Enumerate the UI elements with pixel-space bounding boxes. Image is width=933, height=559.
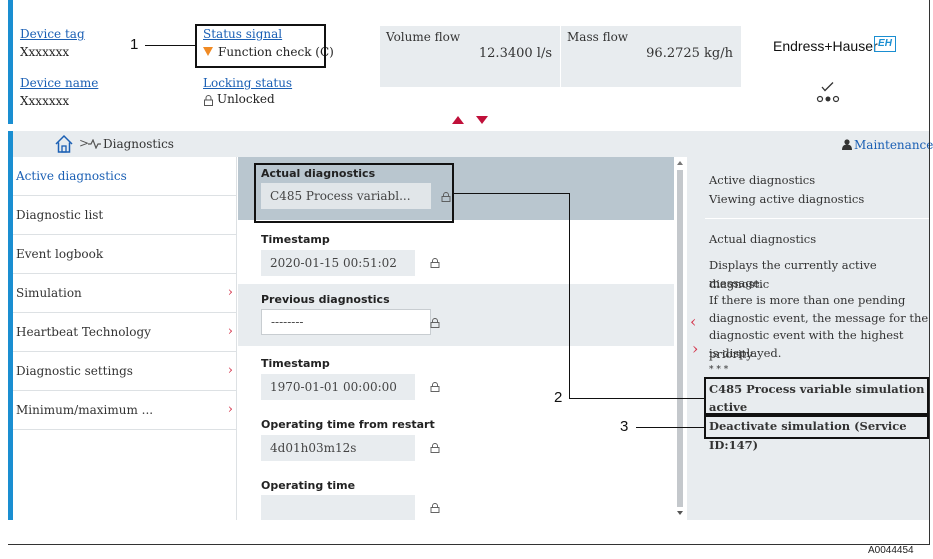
help-subtitle: Viewing active diagnostics — [709, 192, 865, 206]
volume-flow-value: 12.3400 l/s — [478, 46, 552, 61]
mass-flow-panel: Mass flow 96.2725 kg/h — [561, 26, 741, 87]
sidebar-item-label: Simulation — [16, 286, 82, 300]
brand-logo: EH — [874, 36, 896, 52]
mass-flow-value: 96.2725 kg/h — [646, 46, 733, 61]
sidebar-menu: Active diagnostics Diagnostic list Event… — [13, 157, 237, 520]
locking-status-link[interactable]: Locking status — [203, 76, 292, 90]
help-divider — [705, 218, 929, 219]
help-param-title: Actual diagnostics — [709, 232, 817, 246]
callout-number-3: 3 — [620, 418, 629, 435]
sidebar-item-diagnostic-settings[interactable]: Diagnostic settings › — [13, 352, 237, 391]
collapse-up-icon[interactable] — [452, 116, 464, 124]
heartbeat-icon — [88, 139, 101, 149]
chevron-right-icon[interactable]: › — [692, 339, 698, 358]
lock-icon — [204, 95, 213, 106]
sidebar-item-minimum-maximum[interactable]: Minimum/maximum ... › — [13, 391, 237, 430]
sidebar-item-label: Active diagnostics — [16, 169, 127, 183]
previous-diagnostics-field[interactable]: -------- — [261, 309, 431, 335]
device-name-value: Xxxxxxx — [20, 94, 70, 108]
home-icon[interactable] — [54, 134, 74, 154]
sidebar-item-label: Minimum/maximum ... — [16, 403, 154, 417]
help-title: Active diagnostics — [709, 173, 816, 187]
help-desc-4: diagnostic event, the message for the — [709, 311, 929, 325]
callout-box-remedy — [704, 415, 929, 439]
sidebar-item-label: Diagnostic list — [16, 208, 104, 222]
timestamp-field[interactable]: 2020-01-15 00:51:02 — [261, 250, 415, 276]
scroll-up-icon[interactable] — [677, 161, 683, 165]
timestamp-previous-field[interactable]: 1970-01-01 00:00:00 — [261, 374, 415, 400]
callout-number-1: 1 — [130, 36, 139, 53]
sidebar-item-heartbeat-technology[interactable]: Heartbeat Technology › — [13, 313, 237, 352]
locking-status-value: Unlocked — [217, 92, 275, 106]
operating-time-restart-value: 4d01h03m12s — [270, 441, 357, 455]
sidebar-item-label: Event logbook — [16, 247, 104, 261]
expand-down-icon[interactable] — [476, 116, 488, 124]
figure-border-bottom — [8, 544, 930, 545]
callout-line-3 — [636, 427, 705, 428]
previous-diagnostics-title: Previous diagnostics — [261, 293, 390, 306]
previous-diagnostics-value: -------- — [271, 315, 304, 329]
timestamp-previous-value: 1970-01-01 00:00:00 — [270, 380, 397, 394]
callout-line-1 — [145, 45, 197, 46]
timestamp-previous-title: Timestamp — [261, 357, 330, 370]
timestamp-title: Timestamp — [261, 233, 330, 246]
help-desc-3: If there is more than one pending — [709, 293, 906, 307]
sidebar-item-active-diagnostics[interactable]: Active diagnostics — [13, 157, 237, 196]
volume-flow-panel: Volume flow 12.3400 l/s — [380, 26, 560, 87]
callout-box-actual-diagnostics — [254, 163, 454, 223]
help-desc-2: message. — [709, 276, 764, 290]
callout-line-2a — [454, 193, 570, 194]
chevron-right-icon: › — [227, 285, 233, 300]
device-tag-value: Xxxxxxx — [20, 45, 70, 59]
lock-icon — [430, 258, 440, 268]
scrollbar-thumb[interactable] — [677, 170, 683, 507]
figure-border-right — [929, 0, 930, 545]
operating-time-restart-title: Operating time from restart — [261, 418, 435, 431]
operating-time-restart-field[interactable]: 4d01h03m12s — [261, 435, 415, 461]
sidebar-item-diagnostic-list[interactable]: Diagnostic list — [13, 196, 237, 235]
chevron-left-icon[interactable]: ‹ — [690, 312, 696, 331]
user-icon — [842, 139, 852, 150]
volume-flow-label: Volume flow — [386, 30, 461, 44]
figure-id: A0044454 — [868, 545, 914, 556]
operating-time-field[interactable] — [261, 495, 415, 520]
callout-box-status-signal — [195, 24, 326, 68]
sidebar-item-simulation[interactable]: Simulation › — [13, 274, 237, 313]
timestamp-value: 2020-01-15 00:51:02 — [270, 256, 397, 270]
connection-status-icon[interactable] — [815, 82, 841, 104]
callout-box-event-text — [704, 377, 929, 415]
chevron-right-icon: › — [227, 363, 233, 378]
scroll-down-icon[interactable] — [677, 511, 683, 515]
help-panel: Active diagnostics Viewing active diagno… — [687, 157, 929, 520]
operating-time-title: Operating time — [261, 479, 356, 492]
sidebar-item-label: Diagnostic settings — [16, 364, 133, 378]
lock-icon — [430, 443, 440, 453]
sidebar-item-label: Heartbeat Technology — [16, 325, 151, 339]
device-name-link[interactable]: Device name — [20, 76, 98, 90]
lock-icon — [430, 503, 440, 513]
breadcrumb-diagnostics[interactable]: Diagnostics — [103, 137, 174, 151]
navigation-bar: > Diagnostics Maintenance — [13, 131, 933, 157]
callout-number-2: 2 — [554, 389, 563, 406]
mass-flow-label: Mass flow — [567, 30, 629, 44]
help-desc-6: is displayed. — [709, 346, 782, 360]
accent-bar-top — [8, 0, 13, 124]
lock-icon — [430, 382, 440, 392]
chevron-right-icon: › — [227, 324, 233, 339]
callout-line-2c — [569, 398, 705, 399]
brand-name: Endress+Hauser — [773, 38, 878, 54]
user-role-maintenance[interactable]: Maintenance — [854, 138, 933, 152]
device-ui-figure: Device tag Xxxxxxx Status signal Functio… — [0, 0, 933, 559]
sidebar-item-event-logbook[interactable]: Event logbook — [13, 235, 237, 274]
chevron-right-icon: › — [227, 402, 233, 417]
device-tag-link[interactable]: Device tag — [20, 27, 85, 41]
callout-line-2b — [569, 193, 570, 399]
lock-icon — [430, 318, 440, 328]
